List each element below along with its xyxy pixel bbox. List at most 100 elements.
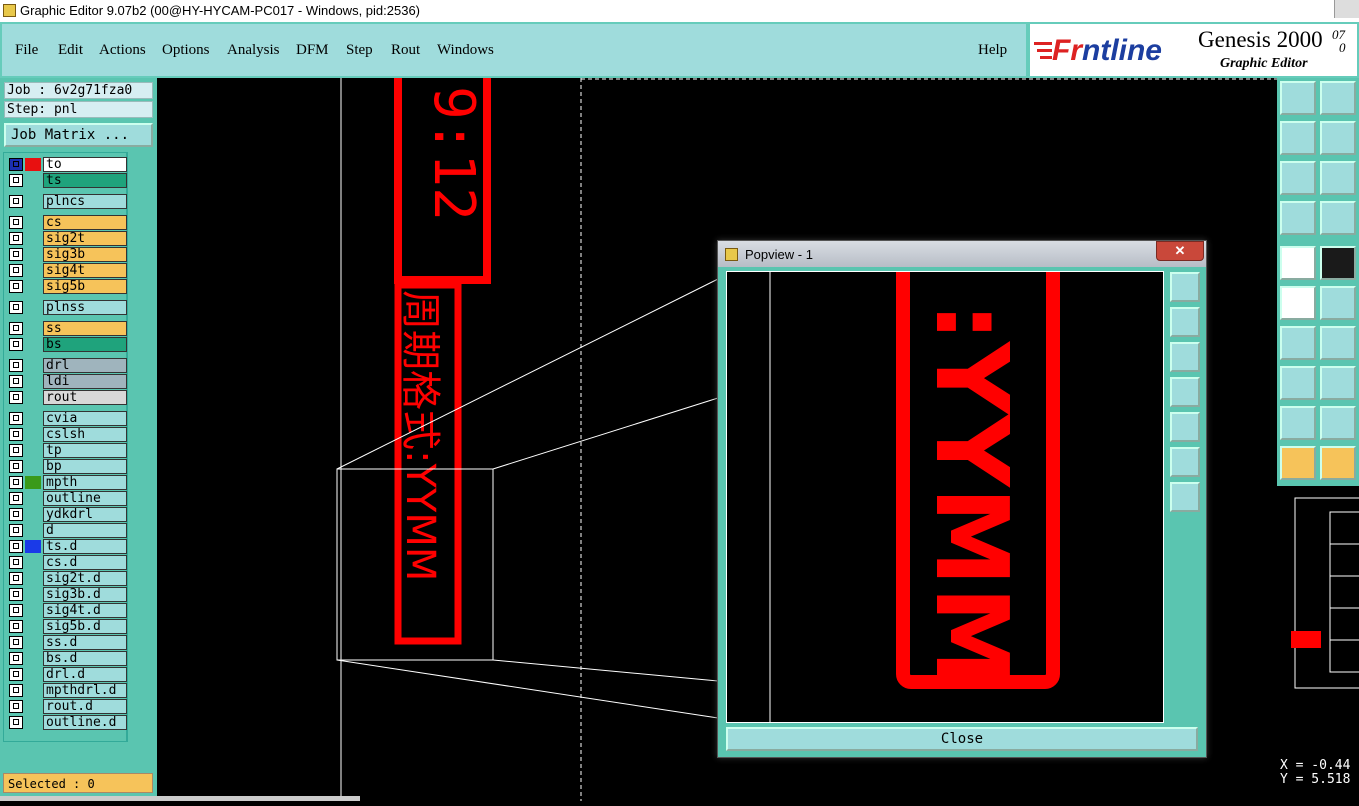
layer-row[interactable]: ss — [8, 321, 127, 336]
polygon-tool-icon[interactable] — [1280, 406, 1316, 440]
layer-name[interactable]: outline — [43, 491, 127, 506]
layer-name[interactable]: sig3b — [43, 247, 127, 262]
layer-checkbox[interactable] — [9, 668, 23, 681]
job-matrix-button[interactable]: Job Matrix ... — [4, 123, 153, 147]
layer-checkbox[interactable] — [9, 684, 23, 697]
layer-row[interactable]: outline — [8, 491, 127, 506]
layer-row[interactable]: plncs — [8, 194, 127, 209]
layer-checkbox[interactable] — [9, 636, 23, 649]
layer-checkbox[interactable] — [9, 508, 23, 521]
popview-pan-right-icon[interactable] — [1170, 412, 1200, 442]
layer-row[interactable]: cvia — [8, 411, 127, 426]
nets-icon[interactable] — [1280, 286, 1316, 320]
popview-canvas[interactable]: :YYMM — [726, 271, 1164, 723]
layer-color-swatch[interactable] — [25, 476, 41, 489]
popview-fit-icon[interactable] — [1170, 272, 1200, 302]
layer-checkbox[interactable] — [9, 375, 23, 388]
popview-zoom-in-icon[interactable] — [1170, 447, 1200, 477]
layer-checkbox[interactable] — [9, 652, 23, 665]
layer-checkbox[interactable] — [9, 301, 23, 314]
layer-name[interactable]: ldi — [43, 374, 127, 389]
pan-right-icon[interactable] — [1320, 121, 1356, 155]
menu-windows[interactable]: Windows — [437, 42, 494, 59]
layer-row[interactable]: cs — [8, 215, 127, 230]
layer-name[interactable]: drl.d — [43, 667, 127, 682]
layer-checkbox[interactable] — [9, 620, 23, 633]
layer-name[interactable]: cslsh — [43, 427, 127, 442]
layer-row[interactable]: to — [8, 157, 127, 172]
layer-row[interactable]: drl.d — [8, 667, 127, 682]
pan-up-icon[interactable] — [1280, 81, 1316, 115]
layer-row[interactable]: ss.d — [8, 635, 127, 650]
layer-list-scrollbar[interactable] — [127, 152, 154, 742]
layer-checkbox[interactable] — [9, 338, 23, 351]
layer-name[interactable]: tp — [43, 443, 127, 458]
menu-file[interactable]: File — [15, 42, 38, 59]
layer-name[interactable]: bs.d — [43, 651, 127, 666]
layer-row[interactable]: sig2t — [8, 231, 127, 246]
layer-name[interactable]: sig4t — [43, 263, 127, 278]
layer-name[interactable]: mpthdrl.d — [43, 683, 127, 698]
layer-name[interactable]: cs.d — [43, 555, 127, 570]
layer-row[interactable]: d — [8, 523, 127, 538]
layer-checkbox[interactable] — [9, 359, 23, 372]
layer-checkbox[interactable] — [9, 280, 23, 293]
layer-name[interactable]: ts — [43, 173, 127, 188]
layer-row[interactable]: ldi — [8, 374, 127, 389]
layer-name[interactable]: ts.d — [43, 539, 127, 554]
layer-name[interactable]: bs — [43, 337, 127, 352]
layer-name[interactable]: to — [43, 157, 127, 172]
layer-checkbox[interactable] — [9, 524, 23, 537]
layer-row[interactable]: sig3b.d — [8, 587, 127, 602]
layer-name[interactable]: sig4t.d — [43, 603, 127, 618]
layer-checkbox[interactable] — [9, 248, 23, 261]
menu-analysis[interactable]: Analysis — [227, 42, 280, 59]
layer-row[interactable]: drl — [8, 358, 127, 373]
layer-row[interactable]: ts.d — [8, 539, 127, 554]
pan-left-icon[interactable] — [1280, 121, 1316, 155]
polygon-edit-icon[interactable] — [1320, 406, 1356, 440]
menu-actions[interactable]: Actions — [99, 42, 146, 59]
layer-checkbox[interactable] — [9, 556, 23, 569]
layer-row[interactable]: sig4t — [8, 263, 127, 278]
layer-name[interactable]: plnss — [43, 300, 127, 315]
menu-dfm[interactable]: DFM — [296, 42, 329, 59]
layer-name[interactable]: outline.d — [43, 715, 127, 730]
layer-name[interactable]: plncs — [43, 194, 127, 209]
layer-row[interactable]: bs.d — [8, 651, 127, 666]
layer-name[interactable]: cs — [43, 215, 127, 230]
add-feature-icon[interactable] — [1320, 246, 1356, 280]
layer-row[interactable]: sig5b.d — [8, 619, 127, 634]
layer-row[interactable]: cs.d — [8, 555, 127, 570]
layer-row[interactable]: mpthdrl.d — [8, 683, 127, 698]
popview-pan-up-icon[interactable] — [1170, 307, 1200, 337]
layer-checkbox[interactable] — [9, 264, 23, 277]
layer-row[interactable]: mpth — [8, 475, 127, 490]
layer-color-swatch[interactable] — [25, 158, 41, 171]
pan-down-icon[interactable] — [1320, 81, 1356, 115]
layer-name[interactable]: sig3b.d — [43, 587, 127, 602]
layer-checkbox[interactable] — [9, 391, 23, 404]
layer-checkbox[interactable] — [9, 716, 23, 729]
layer-checkbox[interactable] — [9, 232, 23, 245]
overview-map[interactable] — [1277, 486, 1359, 751]
layer-row[interactable]: bs — [8, 337, 127, 352]
surface-tool-icon[interactable] — [1320, 366, 1356, 400]
layer-row[interactable]: plnss — [8, 300, 127, 315]
layer-color-swatch[interactable] — [25, 540, 41, 553]
layer-name[interactable]: sig2t — [43, 231, 127, 246]
select-feature-icon[interactable] — [1280, 246, 1316, 280]
grid-icon[interactable] — [1320, 201, 1356, 235]
layer-name[interactable]: sig2t.d — [43, 571, 127, 586]
popview-pan-down-icon[interactable] — [1170, 342, 1200, 372]
layer-name[interactable]: cvia — [43, 411, 127, 426]
delete-icon[interactable] — [1320, 286, 1356, 320]
layer-checkbox[interactable] — [9, 195, 23, 208]
popview-close-button[interactable]: Close — [726, 727, 1198, 751]
layer-name[interactable]: sig5b — [43, 279, 127, 294]
popview-close-icon[interactable]: ✕ — [1156, 241, 1204, 261]
layer-checkbox[interactable] — [9, 412, 23, 425]
popview-pan-left-icon[interactable] — [1170, 377, 1200, 407]
pointer-icon[interactable] — [1280, 446, 1316, 480]
layer-checkbox[interactable] — [9, 700, 23, 713]
